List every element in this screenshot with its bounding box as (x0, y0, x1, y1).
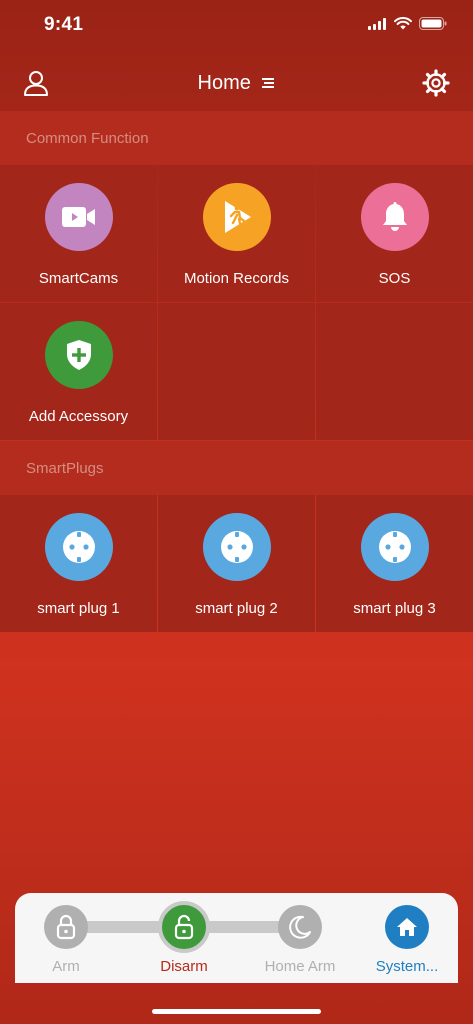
running-person-icon (202, 183, 271, 251)
smart-plug-tile[interactable]: smart plug 2 (158, 495, 315, 632)
tile-label: Add Accessory (28, 408, 129, 425)
status-icons (368, 17, 447, 30)
page-title: Home (197, 72, 251, 94)
home-selector[interactable]: Home (0, 72, 473, 95)
moon-icon (289, 915, 311, 939)
tile-label: SmartCams (38, 270, 119, 287)
smart-plug-tile[interactable]: smart plug 1 (0, 495, 157, 632)
section-header-smartplugs: SmartPlugs (0, 441, 473, 495)
smart-plug-tile[interactable]: smart plug 3 (316, 495, 473, 632)
wifi-icon (394, 17, 412, 30)
smartplugs-grid: smart plug 1 smart plug 2 smart plug 3 (0, 495, 473, 632)
home-indicator (152, 1009, 321, 1014)
section-title: SmartPlugs (26, 460, 104, 477)
system-label[interactable]: System... (352, 958, 462, 975)
empty-tile (158, 303, 315, 440)
security-mode-panel: Arm Disarm Home Arm System... (15, 893, 458, 983)
add-accessory-tile[interactable]: Add Accessory (0, 303, 157, 440)
tile-label: smart plug 3 (353, 600, 436, 617)
unlock-icon (174, 914, 194, 940)
house-icon (397, 918, 417, 936)
shield-plus-icon (44, 321, 113, 389)
smartcams-tile[interactable]: SmartCams (0, 165, 157, 302)
tile-label: SOS (378, 270, 411, 287)
empty-tile (316, 303, 473, 440)
nav-bar: Home (0, 56, 473, 110)
home-arm-label[interactable]: Home Arm (245, 958, 355, 975)
tile-label: smart plug 2 (195, 600, 278, 617)
socket-icon (202, 513, 271, 581)
socket-icon (44, 513, 113, 581)
bell-icon (360, 183, 429, 251)
lock-icon (56, 914, 76, 940)
cellular-signal-icon (368, 17, 386, 30)
arm-button[interactable] (44, 905, 88, 949)
arm-label[interactable]: Arm (11, 958, 121, 975)
disarm-label[interactable]: Disarm (129, 958, 239, 975)
gear-icon[interactable] (421, 68, 451, 98)
section-header-common: Common Function (0, 111, 473, 165)
status-time: 9:41 (44, 14, 84, 35)
motion-records-tile[interactable]: Motion Records (158, 165, 315, 302)
system-button[interactable] (385, 905, 429, 949)
tile-label: smart plug 1 (37, 600, 120, 617)
video-camera-icon (44, 183, 113, 251)
socket-icon (360, 513, 429, 581)
tile-label: Motion Records (183, 270, 290, 287)
section-title: Common Function (26, 130, 149, 147)
disarm-button[interactable] (158, 901, 210, 953)
menu-icon (262, 72, 275, 95)
sos-tile[interactable]: SOS (316, 165, 473, 302)
home-arm-button[interactable] (278, 905, 322, 949)
battery-icon (419, 17, 447, 30)
common-function-grid: SmartCams Motion Records SOS Add Accesso… (0, 165, 473, 440)
status-bar: 9:41 (0, 0, 473, 54)
